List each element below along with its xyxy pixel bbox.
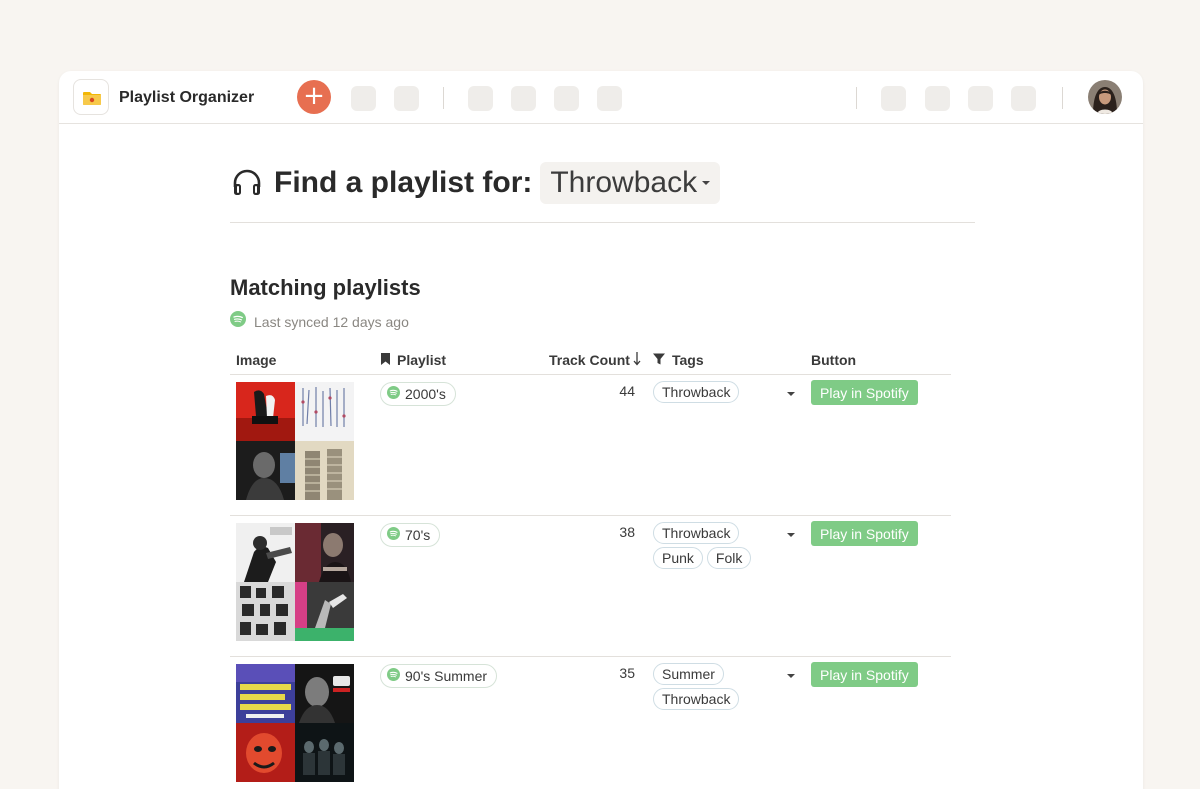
toolbar-button[interactable] xyxy=(968,86,993,111)
album-cover xyxy=(295,664,354,723)
album-cover xyxy=(236,723,295,782)
play-in-spotify-button[interactable]: Play in Spotify xyxy=(811,521,918,546)
column-header-label: Tags xyxy=(672,352,704,368)
album-cover xyxy=(295,723,354,782)
divider xyxy=(230,222,975,223)
album-cover xyxy=(295,582,354,641)
toolbar-button[interactable] xyxy=(881,86,906,111)
toolbar: Playlist Organizer + xyxy=(59,71,1143,124)
toolbar-divider xyxy=(1062,87,1063,109)
spotify-icon xyxy=(230,311,246,332)
album-cover xyxy=(236,582,295,641)
column-header-tags[interactable]: Tags xyxy=(652,346,704,374)
user-avatar[interactable] xyxy=(1088,80,1122,114)
folder-icon[interactable] xyxy=(73,79,109,115)
tag[interactable]: Throwback xyxy=(653,522,740,544)
chevron-down-icon[interactable] xyxy=(787,392,795,396)
toolbar-button[interactable] xyxy=(468,86,493,111)
album-cover xyxy=(236,441,295,500)
album-cover xyxy=(236,523,295,582)
playlist-cover-collage[interactable] xyxy=(236,382,354,500)
add-button[interactable]: + xyxy=(297,80,331,114)
toolbar-button[interactable] xyxy=(511,86,536,111)
filter-select-value: Throwback xyxy=(550,166,698,199)
album-cover xyxy=(295,441,354,500)
toolbar-button[interactable] xyxy=(394,86,419,111)
track-count: 35 xyxy=(619,665,635,681)
album-cover xyxy=(295,523,354,582)
tag-list: Throwback Punk Folk xyxy=(653,522,783,569)
playlist-chip[interactable]: 70's xyxy=(380,523,441,547)
playlist-chip[interactable]: 2000's xyxy=(380,382,456,406)
tag[interactable]: Throwback xyxy=(653,381,740,403)
bookmark-icon xyxy=(380,352,391,369)
toolbar-divider xyxy=(856,87,857,109)
album-cover xyxy=(236,664,295,723)
toolbar-button[interactable] xyxy=(597,86,622,111)
table-row: 70's 38 Throwback Punk Folk Play in Spot… xyxy=(230,516,951,657)
column-header-image[interactable]: Image xyxy=(236,346,276,374)
column-header-playlist[interactable]: Playlist xyxy=(380,346,446,374)
filter-select[interactable]: Throwback xyxy=(540,162,721,204)
spotify-icon xyxy=(387,386,400,402)
spotify-icon xyxy=(387,527,400,543)
table-row: 90's Summer 35 Summer Throwback Play in … xyxy=(230,657,951,789)
sync-text: Last synced 12 days ago xyxy=(254,313,409,330)
tag[interactable]: Summer xyxy=(653,663,724,685)
filter-icon xyxy=(652,352,666,369)
page-title: Find a playlist for: xyxy=(274,166,533,199)
page-heading: Find a playlist for: Throwback xyxy=(230,162,721,204)
toolbar-divider xyxy=(443,87,444,109)
headphones-icon xyxy=(230,166,264,200)
playlist-name: 70's xyxy=(405,527,431,543)
spotify-icon xyxy=(387,668,400,684)
tag-list: Summer Throwback xyxy=(653,663,783,710)
tag[interactable]: Folk xyxy=(706,547,752,569)
track-count: 44 xyxy=(619,383,635,399)
tag[interactable]: Punk xyxy=(653,547,703,569)
toolbar-button[interactable] xyxy=(554,86,579,111)
playlist-name: 90's Summer xyxy=(405,668,488,684)
toolbar-button[interactable] xyxy=(351,86,376,111)
chevron-down-icon[interactable] xyxy=(787,674,795,678)
column-header-label: Image xyxy=(236,352,277,368)
play-in-spotify-button[interactable]: Play in Spotify xyxy=(811,380,918,405)
play-in-spotify-button[interactable]: Play in Spotify xyxy=(811,662,918,687)
playlist-chip[interactable]: 90's Summer xyxy=(380,664,498,688)
playlist-cover-collage[interactable] xyxy=(236,664,354,782)
toolbar-button[interactable] xyxy=(925,86,950,111)
column-header-track-count[interactable]: Track Count xyxy=(549,346,641,374)
toolbar-button[interactable] xyxy=(1011,86,1036,111)
table-row: 2000's 44 Throwback Play in Spotify xyxy=(230,375,951,516)
album-cover xyxy=(295,382,354,441)
section-title: Matching playlists xyxy=(230,275,421,300)
arrow-down-icon xyxy=(633,351,641,369)
chevron-down-icon[interactable] xyxy=(787,533,795,537)
column-header-label: Playlist xyxy=(397,352,447,368)
column-header-button[interactable]: Button xyxy=(811,346,856,374)
tag-list: Throwback xyxy=(653,381,783,403)
column-header-label: Track Count xyxy=(549,352,630,368)
sync-status: Last synced 12 days ago xyxy=(230,311,409,332)
app-title: Playlist Organizer xyxy=(119,89,255,106)
album-cover xyxy=(236,382,295,441)
chevron-down-icon xyxy=(702,181,711,185)
playlist-cover-collage[interactable] xyxy=(236,523,354,641)
track-count: 38 xyxy=(619,524,635,540)
app-window: Playlist Organizer + Find a playlist for… xyxy=(59,71,1143,789)
column-header-label: Button xyxy=(811,352,857,368)
playlist-name: 2000's xyxy=(405,386,446,402)
tag[interactable]: Throwback xyxy=(653,688,740,710)
